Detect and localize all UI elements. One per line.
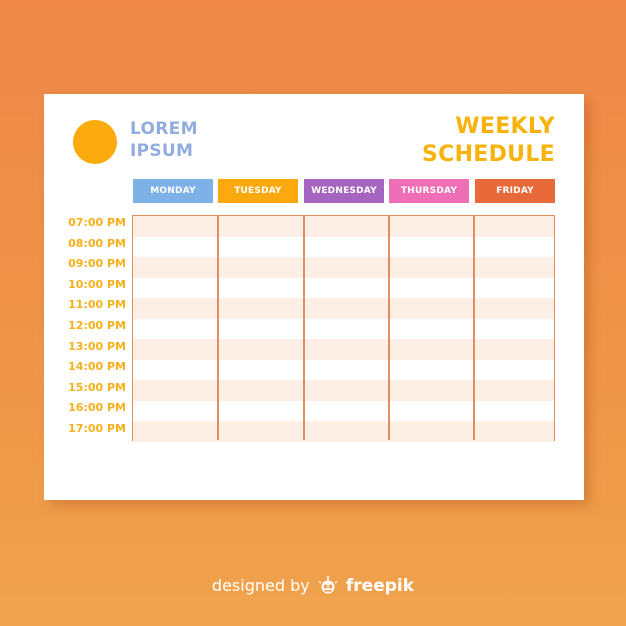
schedule-cell[interactable]	[133, 298, 218, 319]
schedule-cell[interactable]	[218, 421, 304, 442]
schedule-cell[interactable]	[304, 380, 389, 401]
schedule-cell[interactable]	[133, 319, 218, 340]
schedule-cell[interactable]	[304, 319, 389, 340]
schedule-cell[interactable]	[133, 380, 218, 401]
schedule-cell[interactable]	[133, 339, 218, 360]
schedule-cell[interactable]	[389, 298, 474, 319]
schedule-cell[interactable]	[133, 278, 218, 299]
schedule-cell[interactable]	[304, 216, 389, 237]
time-label: 12:00 PM	[68, 318, 126, 332]
schedule-cell[interactable]	[133, 237, 218, 258]
day-header-tuesday[interactable]: TUESDAY	[218, 179, 298, 203]
schedule-cell[interactable]	[218, 237, 304, 258]
time-label: 17:00 PM	[68, 421, 126, 435]
schedule-cell[interactable]	[389, 278, 474, 299]
schedule-cell[interactable]	[304, 401, 389, 422]
time-label: 15:00 PM	[68, 380, 126, 394]
column-divider	[388, 216, 390, 440]
schedule-cell[interactable]	[474, 298, 553, 319]
schedule-cell[interactable]	[389, 216, 474, 237]
day-header-friday[interactable]: FRIDAY	[475, 179, 555, 203]
schedule-cell[interactable]	[218, 257, 304, 278]
time-label: 13:00 PM	[68, 339, 126, 353]
schedule-cell[interactable]	[133, 421, 218, 442]
schedule-cell[interactable]	[389, 319, 474, 340]
footer-prefix: designed by	[211, 576, 310, 595]
schedule-cell[interactable]	[218, 278, 304, 299]
time-label: 10:00 PM	[68, 277, 126, 291]
schedule-cell[interactable]	[218, 319, 304, 340]
schedule-cell[interactable]	[474, 278, 553, 299]
schedule-cell[interactable]	[474, 216, 553, 237]
day-header-thursday[interactable]: THURSDAY	[389, 179, 469, 203]
schedule-cell[interactable]	[304, 421, 389, 442]
schedule-cell[interactable]	[218, 380, 304, 401]
time-label: 08:00 PM	[68, 236, 126, 250]
column-divider	[473, 216, 475, 440]
time-labels: 07:00 PM 08:00 PM 09:00 PM 10:00 PM 11:0…	[54, 213, 126, 440]
footer-brand: freepik	[345, 576, 415, 596]
day-header-monday[interactable]: MONDAY	[133, 179, 213, 203]
schedule-cell[interactable]	[218, 360, 304, 381]
schedule-cell[interactable]	[474, 380, 553, 401]
schedule-cell[interactable]	[474, 360, 553, 381]
schedule-cell[interactable]	[389, 339, 474, 360]
time-label: 14:00 PM	[68, 360, 126, 374]
column-divider	[217, 216, 219, 440]
schedule-cell[interactable]	[304, 339, 389, 360]
brand-name: LOREM IPSUM	[130, 118, 198, 162]
column-divider	[303, 216, 305, 440]
brand-line-1: LOREM	[130, 119, 198, 139]
schedule-cell[interactable]	[304, 257, 389, 278]
schedule-cell[interactable]	[474, 257, 553, 278]
title-line-2: SCHEDULE	[421, 142, 555, 167]
time-label: 16:00 PM	[68, 401, 126, 415]
schedule-cell[interactable]	[304, 360, 389, 381]
schedule-cell[interactable]	[218, 216, 304, 237]
time-label: 07:00 PM	[68, 216, 126, 229]
schedule-cell[interactable]	[304, 237, 389, 258]
freepik-mascot-icon	[318, 576, 338, 598]
schedule-cell[interactable]	[389, 360, 474, 381]
schedule-cell[interactable]	[474, 237, 553, 258]
title-line-1: WEEKLY	[455, 114, 555, 139]
schedule-cell[interactable]	[474, 319, 553, 340]
page-title: WEEKLY SCHEDULE	[422, 113, 555, 169]
schedule-cell[interactable]	[218, 339, 304, 360]
schedule-cell[interactable]	[133, 360, 218, 381]
schedule-cell[interactable]	[304, 298, 389, 319]
schedule-cell[interactable]	[389, 380, 474, 401]
schedule-cell[interactable]	[389, 421, 474, 442]
time-label: 11:00 PM	[68, 298, 126, 312]
schedule-cell[interactable]	[218, 401, 304, 422]
footer-credit: designed by freepik	[0, 576, 626, 598]
schedule-cell[interactable]	[133, 257, 218, 278]
schedule-cell[interactable]	[218, 298, 304, 319]
time-label: 09:00 PM	[68, 257, 126, 271]
schedule-cell[interactable]	[304, 278, 389, 299]
schedule-cell[interactable]	[389, 257, 474, 278]
schedule-cell[interactable]	[389, 237, 474, 258]
schedule-cell[interactable]	[389, 401, 474, 422]
day-header-wednesday[interactable]: WEDNESDAY	[304, 179, 384, 203]
schedule-cell[interactable]	[474, 339, 553, 360]
schedule-grid	[132, 215, 555, 442]
schedule-cell[interactable]	[133, 401, 218, 422]
logo-circle-icon	[73, 120, 117, 164]
schedule-cell[interactable]	[474, 421, 553, 442]
schedule-cell[interactable]	[133, 216, 218, 237]
brand-line-2: IPSUM	[130, 141, 194, 161]
schedule-cell[interactable]	[474, 401, 553, 422]
